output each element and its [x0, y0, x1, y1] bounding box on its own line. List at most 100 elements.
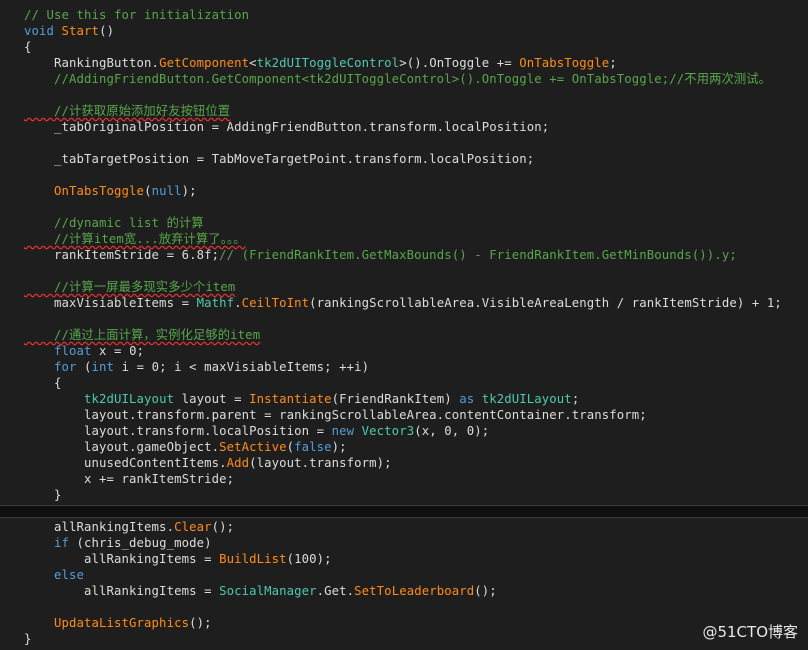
code-token-method: Clear: [174, 520, 212, 534]
code-token-default: ;: [609, 56, 617, 70]
code-token-method: SetToLeaderboard: [354, 584, 475, 598]
code-token-default: +=: [489, 56, 520, 70]
code-line[interactable]: UpdataListGraphics();: [24, 615, 212, 631]
code-token-default: (layout.transform);: [249, 456, 392, 470]
code-token-default: [24, 392, 84, 406]
code-line[interactable]: allRankingItems.Clear();: [24, 519, 234, 535]
code-line[interactable]: //计算item宽...放弃计算了。。。: [24, 231, 246, 247]
code-line[interactable]: //计算一屏最多现实多少个item: [24, 279, 235, 295]
code-token-method: Instantiate: [249, 392, 332, 406]
code-line[interactable]: float x = 0;: [24, 343, 144, 359]
code-token-default: [24, 568, 54, 582]
code-token-default: RankingButton.: [24, 56, 160, 70]
code-line[interactable]: _tabTargetPosition = TabMoveTargetPoint.…: [24, 151, 534, 167]
code-token-comment: //计算item宽...放弃计算了。。。: [24, 232, 246, 246]
code-token-comment: //dynamic list 的计算: [24, 216, 204, 230]
code-line[interactable]: layout.transform.localPosition = new Vec…: [24, 423, 489, 439]
code-token-default: maxVisiableItems =: [24, 296, 197, 310]
code-token-default: [474, 392, 482, 406]
code-line[interactable]: for (int i = 0; i < maxVisiableItems; ++…: [24, 359, 369, 375]
code-token-method: GetComponent: [159, 56, 250, 70]
code-token-default: layout.transform.parent = rankingScrolla…: [24, 408, 647, 422]
split-divider[interactable]: [0, 505, 808, 518]
code-line[interactable]: allRankingItems = SocialManager.Get.SetT…: [24, 583, 497, 599]
code-token-default: _tabTargetPosition = TabMoveTargetPoint.…: [24, 152, 535, 166]
code-token-method: UpdataListGraphics: [54, 616, 190, 630]
code-token-comment: //计获取原始添加好友按钮位置: [24, 104, 231, 118]
watermark: @51CTO博客: [702, 623, 798, 641]
code-token-comment: //计算一屏最多现实多少个item: [24, 280, 236, 294]
code-line[interactable]: }: [24, 631, 32, 647]
code-token-method: BuildList: [219, 552, 287, 566]
code-token-default: (FriendRankItem): [331, 392, 460, 406]
code-line[interactable]: //通过上面计算，实例化足够的item: [24, 327, 260, 343]
code-line[interactable]: //AddingFriendButton.GetComponent<tk2dUI…: [24, 71, 771, 87]
code-line[interactable]: x += rankItemStride;: [24, 471, 234, 487]
code-line[interactable]: allRankingItems = BuildList(100);: [24, 551, 332, 567]
code-line[interactable]: tk2dUILayout layout = Instantiate(Friend…: [24, 391, 579, 407]
code-token-default: x += rankItemStride;: [24, 472, 235, 486]
code-token-keyword: for: [54, 360, 77, 374]
code-token-default: rankItemStride = 6.8f;: [24, 248, 220, 262]
code-token-method: Add: [226, 456, 250, 470]
code-token-default: ();: [211, 520, 235, 534]
code-token-keyword: float: [54, 344, 92, 358]
code-token-keyword: new: [331, 424, 355, 438]
code-token-default: {: [24, 40, 32, 54]
code-token-keyword: if: [54, 536, 70, 550]
code-token-type: Vector3: [361, 424, 415, 438]
code-line[interactable]: void Start(): [24, 23, 114, 39]
code-token-default: OnToggle: [429, 56, 490, 70]
code-token-keyword: else: [54, 568, 85, 582]
code-line[interactable]: RankingButton.GetComponent<tk2dUIToggleC…: [24, 55, 617, 71]
code-token-type: tk2dUILayout: [481, 392, 572, 406]
code-token-method: OnTabsToggle: [519, 56, 610, 70]
code-line[interactable]: if (chris_debug_mode): [24, 535, 212, 551]
code-token-default: (100);: [286, 552, 332, 566]
code-line[interactable]: _tabOriginalPosition = AddingFriendButto…: [24, 119, 549, 135]
code-line[interactable]: rankItemStride = 6.8f;// (FriendRankItem…: [24, 247, 737, 263]
code-line[interactable]: {: [24, 375, 62, 391]
code-line[interactable]: layout.gameObject.SetActive(false);: [24, 439, 347, 455]
code-token-method: Start: [61, 24, 100, 38]
code-token-default: (rankingScrollableArea.VisibleAreaLength…: [309, 296, 782, 310]
code-token-comment: // (FriendRankItem.GetMaxBounds() - Frie…: [219, 248, 737, 262]
code-token-default: <: [249, 56, 257, 70]
code-line[interactable]: //dynamic list 的计算: [24, 215, 204, 231]
code-token-default: (: [76, 360, 92, 374]
code-token-default: }: [24, 632, 32, 646]
code-token-default: unusedContentItems.: [24, 456, 227, 470]
code-editor-pane-top[interactable]: // Use this for initialization void Start…: [0, 0, 808, 505]
code-token-method: OnTabsToggle: [54, 184, 145, 198]
code-token-default: >().: [399, 56, 430, 70]
code-token-method: CeilToInt: [241, 296, 310, 310]
code-token-default: [24, 184, 54, 198]
code-token-default: (): [99, 24, 115, 38]
code-line[interactable]: else: [24, 567, 84, 583]
code-line[interactable]: OnTabsToggle(null);: [24, 183, 197, 199]
code-line[interactable]: layout.transform.parent = rankingScrolla…: [24, 407, 647, 423]
code-token-default: [354, 424, 362, 438]
code-token-method: SetActive: [219, 440, 287, 454]
code-line[interactable]: }: [24, 487, 62, 503]
code-token-default: x = 0;: [91, 344, 145, 358]
code-token-default: [24, 360, 54, 374]
code-token-keyword: false: [294, 440, 332, 454]
code-token-default: {: [24, 376, 62, 390]
code-token-default: .: [234, 296, 242, 310]
code-token-keyword: null: [151, 184, 182, 198]
code-token-default: }: [24, 488, 62, 502]
code-token-default: (: [144, 184, 152, 198]
code-token-default: (x, 0, 0);: [414, 424, 490, 438]
code-token-keyword: void: [24, 24, 62, 38]
code-line[interactable]: maxVisiableItems = Mathf.CeilToInt(ranki…: [24, 295, 782, 311]
code-line[interactable]: //计获取原始添加好友按钮位置: [24, 103, 230, 119]
code-token-default: );: [331, 440, 347, 454]
code-line[interactable]: unusedContentItems.Add(layout.transform)…: [24, 455, 392, 471]
code-token-default: ();: [189, 616, 212, 630]
code-line[interactable]: // Use this for initialization: [24, 7, 249, 23]
code-editor-pane-bottom[interactable]: allRankingItems.Clear(); if (chris_debug…: [0, 518, 808, 650]
code-token-comment: //AddingFriendButton.GetComponent<tk2dUI…: [24, 72, 772, 86]
code-token-type: tk2dUIToggleControl: [256, 56, 400, 70]
code-line[interactable]: {: [24, 39, 32, 55]
